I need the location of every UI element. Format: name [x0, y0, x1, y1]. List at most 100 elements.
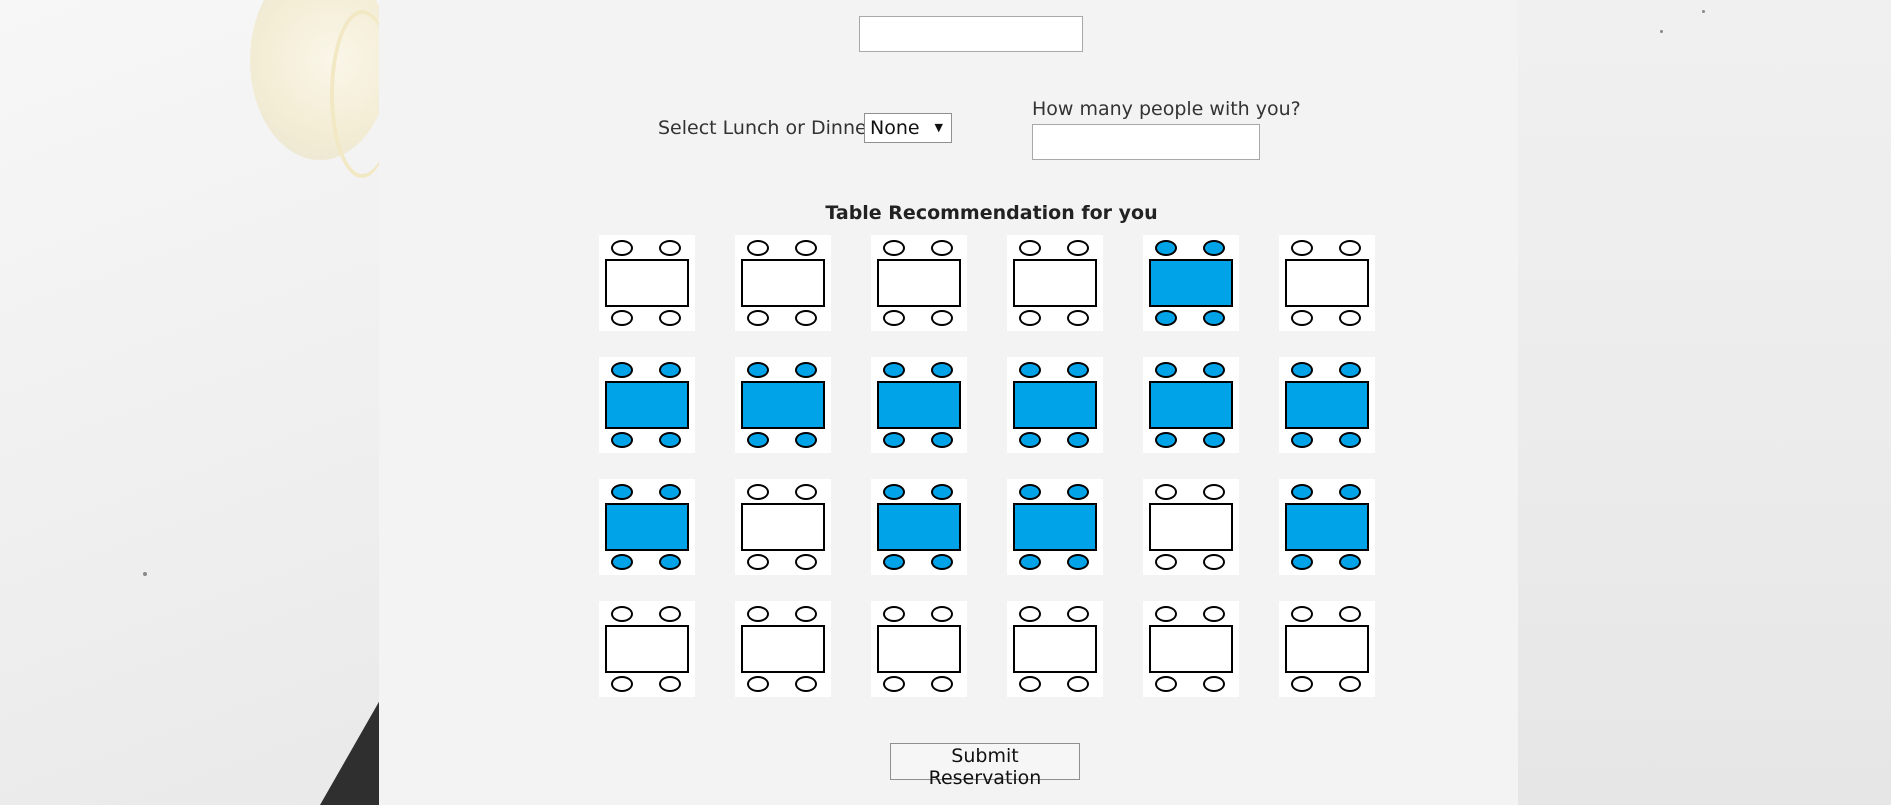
table-option-reserved[interactable]: [871, 479, 967, 575]
table-top-icon: [877, 259, 961, 307]
chair-icon: [1339, 554, 1361, 570]
chair-icon: [1291, 310, 1313, 326]
chair-icon: [1155, 676, 1177, 692]
table-top-icon: [605, 381, 689, 429]
table-option-available[interactable]: [735, 235, 831, 331]
chair-icon: [611, 362, 633, 378]
background-right: [1518, 0, 1891, 805]
chair-icon: [1291, 432, 1313, 448]
name-input[interactable]: [859, 16, 1083, 52]
chair-icon: [1067, 484, 1089, 500]
table-top-icon: [1149, 625, 1233, 673]
table-option-available[interactable]: [735, 601, 831, 697]
chair-icon: [747, 432, 769, 448]
table-top-icon: [1013, 625, 1097, 673]
chair-icon: [611, 606, 633, 622]
table-option-available[interactable]: [1143, 601, 1239, 697]
chair-icon: [1067, 554, 1089, 570]
chair-icon: [1291, 484, 1313, 500]
table-option-reserved[interactable]: [1143, 357, 1239, 453]
chair-icon: [931, 310, 953, 326]
table-top-icon: [1013, 503, 1097, 551]
table-option-available[interactable]: [1007, 235, 1103, 331]
table-top-icon: [1013, 381, 1097, 429]
chair-icon: [1203, 240, 1225, 256]
chair-icon: [931, 554, 953, 570]
chair-icon: [931, 362, 953, 378]
table-option-available[interactable]: [735, 479, 831, 575]
table-top-icon: [1285, 381, 1369, 429]
chair-icon: [795, 362, 817, 378]
submit-reservation-button[interactable]: Submit Reservation: [890, 743, 1080, 789]
chair-icon: [1339, 606, 1361, 622]
chair-icon: [611, 484, 633, 500]
chair-icon: [931, 484, 953, 500]
chair-icon: [1339, 432, 1361, 448]
table-option-reserved[interactable]: [1007, 479, 1103, 575]
table-option-available[interactable]: [871, 601, 967, 697]
table-option-reserved[interactable]: [599, 479, 695, 575]
chair-icon: [883, 432, 905, 448]
chair-icon: [795, 676, 817, 692]
table-top-icon: [1149, 259, 1233, 307]
chair-icon: [1291, 676, 1313, 692]
table-top-icon: [741, 625, 825, 673]
table-grid: [599, 235, 1375, 697]
table-option-available[interactable]: [599, 235, 695, 331]
table-option-reserved[interactable]: [1279, 479, 1375, 575]
table-top-icon: [1285, 503, 1369, 551]
chair-icon: [795, 484, 817, 500]
chair-icon: [883, 362, 905, 378]
chair-icon: [931, 432, 953, 448]
table-option-reserved[interactable]: [1007, 357, 1103, 453]
chair-icon: [795, 432, 817, 448]
reservation-panel: Select Lunch or Dinner None ▼ How many p…: [379, 0, 1518, 805]
table-top-icon: [877, 503, 961, 551]
table-top-icon: [1013, 259, 1097, 307]
chair-icon: [1067, 432, 1089, 448]
table-option-available[interactable]: [1007, 601, 1103, 697]
chair-icon: [659, 432, 681, 448]
people-count-label: How many people with you?: [1032, 98, 1301, 120]
chair-icon: [931, 240, 953, 256]
meal-select[interactable]: None ▼: [864, 113, 952, 143]
background-speck: [1702, 10, 1705, 13]
chair-icon: [1019, 240, 1041, 256]
chair-icon: [1339, 484, 1361, 500]
chair-icon: [1339, 676, 1361, 692]
chair-icon: [1291, 240, 1313, 256]
chair-icon: [1067, 676, 1089, 692]
meal-select-label: Select Lunch or Dinner: [658, 117, 875, 139]
table-top-icon: [877, 625, 961, 673]
table-option-available[interactable]: [1279, 235, 1375, 331]
table-option-reserved[interactable]: [1279, 357, 1375, 453]
chair-icon: [1203, 554, 1225, 570]
table-option-reserved[interactable]: [735, 357, 831, 453]
chair-icon: [1067, 240, 1089, 256]
table-option-available[interactable]: [599, 601, 695, 697]
chair-icon: [1203, 310, 1225, 326]
table-top-icon: [1285, 625, 1369, 673]
table-top-icon: [1285, 259, 1369, 307]
chair-icon: [883, 606, 905, 622]
chair-icon: [611, 554, 633, 570]
people-count-input[interactable]: [1032, 124, 1260, 160]
chair-icon: [1339, 310, 1361, 326]
table-option-reserved[interactable]: [1143, 235, 1239, 331]
table-option-reserved[interactable]: [599, 357, 695, 453]
chair-icon: [659, 240, 681, 256]
chair-icon: [659, 484, 681, 500]
table-top-icon: [1149, 381, 1233, 429]
table-option-available[interactable]: [1143, 479, 1239, 575]
table-option-available[interactable]: [1279, 601, 1375, 697]
chair-icon: [795, 240, 817, 256]
chair-icon: [1019, 606, 1041, 622]
chair-icon: [659, 554, 681, 570]
table-option-reserved[interactable]: [871, 357, 967, 453]
table-option-available[interactable]: [871, 235, 967, 331]
chair-icon: [1203, 432, 1225, 448]
chair-icon: [747, 240, 769, 256]
chair-icon: [1155, 362, 1177, 378]
chair-icon: [1019, 310, 1041, 326]
chair-icon: [659, 676, 681, 692]
